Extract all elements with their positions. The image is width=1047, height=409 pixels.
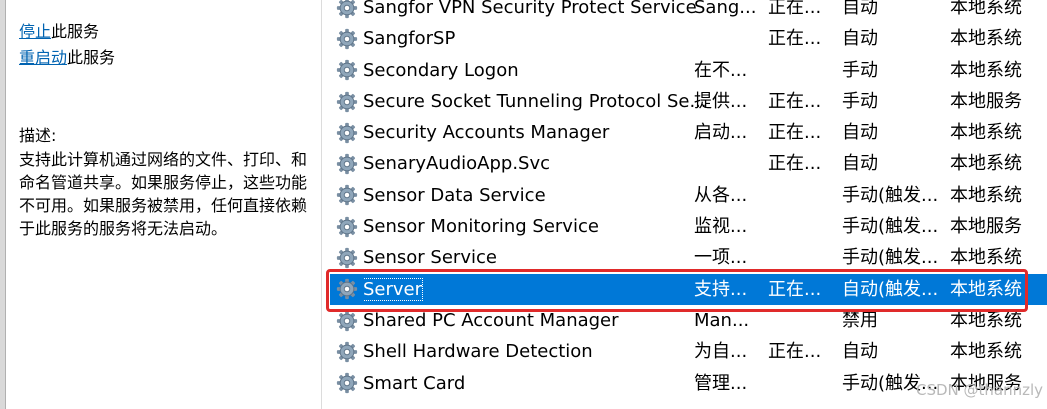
service-logon-as: 本地系统	[950, 0, 1022, 18]
highlight-box	[326, 269, 1028, 312]
service-status	[768, 55, 834, 86]
service-name: SenaryAudioApp.Svc	[363, 153, 551, 175]
gear-icon	[334, 148, 360, 179]
service-row[interactable]: Security Accounts Manager 启动... 正在... 自动 本地系…	[330, 117, 1047, 148]
gear-icon	[334, 336, 360, 367]
service-actions: 停止此服务 重启动此服务	[19, 20, 115, 72]
services-list: Sangfor VPN Security Protect Service Sang…	[330, 0, 1047, 399]
service-startup-type: 手动	[842, 90, 878, 112]
service-status: 正在...	[768, 90, 822, 112]
service-status: 正在...	[768, 341, 822, 363]
service-name: Shell Hardware Detection	[363, 341, 593, 363]
service-description: 从各...	[694, 184, 748, 206]
service-description: 在不...	[694, 59, 748, 81]
service-name: Secondary Logon	[363, 59, 519, 81]
service-description: 管理...	[694, 372, 748, 394]
service-name: Security Accounts Manager	[363, 122, 610, 144]
stop-service-link[interactable]: 停止	[19, 22, 51, 41]
service-row[interactable]: Sensor Data Service 从各... 手动(触发... 本地系统	[330, 180, 1047, 211]
service-status: 正在...	[768, 122, 822, 144]
restart-service-action: 重启动此服务	[19, 46, 115, 72]
gear-icon	[334, 368, 360, 399]
service-name: SangforSP	[363, 28, 456, 50]
service-description: 提供...	[694, 90, 748, 112]
service-status: 正在...	[768, 28, 822, 50]
service-name: Smart Card	[363, 372, 466, 394]
service-description	[694, 148, 760, 179]
service-name: Sangfor VPN Security Protect Service	[363, 0, 697, 18]
service-startup-type: 手动(触发...	[842, 184, 939, 206]
service-description	[694, 23, 760, 54]
service-name: Sensor Data Service	[363, 184, 546, 206]
stop-service-suffix: 此服务	[51, 22, 100, 41]
gear-icon	[334, 86, 360, 117]
service-description: Sang...	[694, 0, 757, 18]
window-left-border	[0, 0, 6, 409]
service-startup-type: 手动	[842, 59, 878, 81]
gear-icon	[334, 211, 360, 242]
watermark: CSDN @thannzly	[916, 381, 1044, 399]
description-label: 描述:	[19, 126, 57, 145]
service-logon-as: 本地系统	[950, 184, 1022, 206]
service-status	[768, 211, 834, 242]
gear-icon	[334, 55, 360, 86]
restart-service-link[interactable]: 重启动	[19, 48, 67, 67]
service-startup-type: 自动	[842, 122, 878, 144]
service-logon-as: 本地系统	[950, 59, 1022, 81]
service-name: Secure Socket Tunneling Protocol Se...	[363, 90, 707, 112]
restart-service-suffix: 此服务	[67, 48, 116, 67]
service-status: 正在...	[768, 153, 822, 175]
service-startup-type: 自动	[842, 28, 878, 50]
service-row[interactable]: Sangfor VPN Security Protect Service Sang…	[330, 0, 1047, 23]
stop-service-action: 停止此服务	[19, 20, 115, 46]
gear-icon	[334, 0, 360, 23]
service-startup-type: 自动	[842, 153, 878, 175]
service-startup-type: 自动	[842, 341, 878, 363]
service-description: 为自...	[694, 341, 748, 363]
service-logon-as: 本地系统	[950, 122, 1022, 144]
service-row[interactable]: Shell Hardware Detection 为自... 正在... 自动 本地系统	[330, 336, 1047, 367]
service-row[interactable]: SenaryAudioApp.Svc 正在... 自动 本地系统	[330, 148, 1047, 179]
service-status: 正在...	[768, 0, 822, 18]
service-description: 启动...	[694, 122, 748, 144]
service-row[interactable]: Secondary Logon 在不... 手动 本地系统	[330, 55, 1047, 86]
service-row[interactable]: SangforSP 正在... 自动 本地系统	[330, 23, 1047, 54]
service-name: Sensor Monitoring Service	[363, 216, 599, 238]
service-status	[768, 368, 834, 399]
service-startup-type: 手动(触发...	[842, 216, 939, 238]
gear-icon	[334, 180, 360, 211]
description-text: 支持此计算机通过网络的文件、打印、和命名管道共享。如果服务停止，这些功能不可用。…	[19, 150, 308, 238]
gear-icon	[334, 117, 360, 148]
service-logon-as: 本地服务	[950, 216, 1022, 238]
service-status	[768, 180, 834, 211]
pane-divider[interactable]	[321, 0, 322, 409]
service-logon-as: 本地系统	[950, 153, 1022, 175]
service-startup-type: 自动	[842, 0, 878, 18]
service-row[interactable]: Sensor Monitoring Service 监视... 手动(触发... 本地…	[330, 211, 1047, 242]
service-description: 监视...	[694, 216, 748, 238]
service-logon-as: 本地系统	[950, 28, 1022, 50]
gear-icon	[334, 23, 360, 54]
service-row[interactable]: Secure Socket Tunneling Protocol Se... 提供…	[330, 86, 1047, 117]
service-logon-as: 本地系统	[950, 341, 1022, 363]
service-logon-as: 本地服务	[950, 90, 1022, 112]
